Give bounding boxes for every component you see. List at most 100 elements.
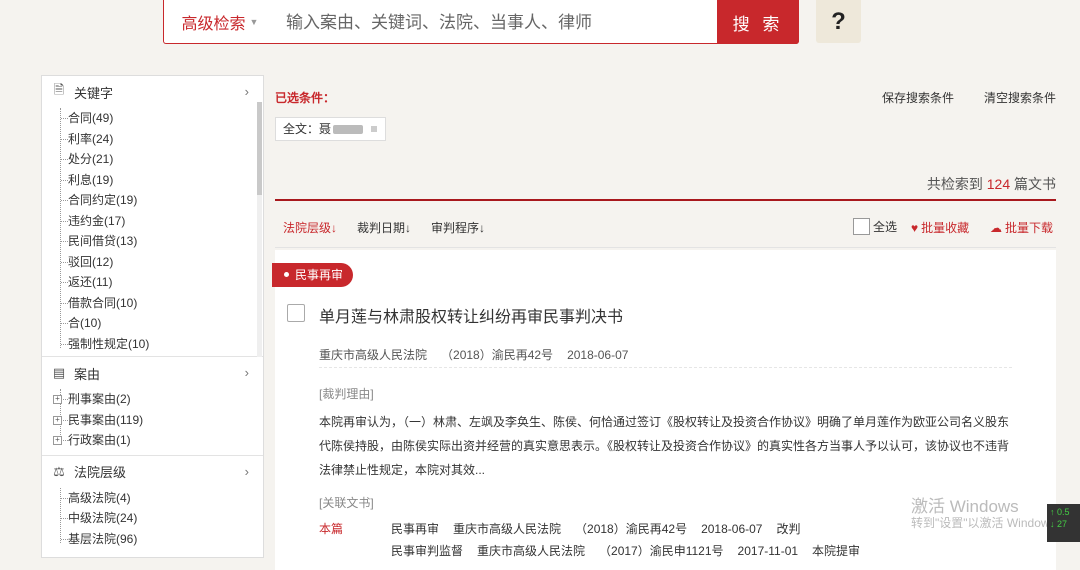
section-court-level[interactable]: ⚖ 法院层级 › [42, 456, 263, 488]
section-cause[interactable]: ▤ 案由 › [42, 357, 263, 389]
heart-plus-icon: ♥ [911, 220, 919, 235]
sort-procedure[interactable]: 审判程序↓ [431, 219, 485, 236]
case-type-badge: 民事再审 [272, 263, 354, 287]
search-button[interactable]: 搜 索 [717, 0, 799, 44]
filter-item-label: 借款合同(10) [68, 295, 138, 310]
filter-item[interactable]: 民间借贷(13) [57, 231, 263, 252]
filter-item[interactable]: + 民事案由(119) [53, 410, 263, 431]
result-title[interactable]: 单月莲与林肃股权转让纠纷再审民事判决书 [319, 303, 623, 327]
filter-item[interactable]: 基层法院(96) [57, 529, 263, 550]
sort-bar: 法院层级↓ 裁判日期↓ 审判程序↓ 全选 ♥ 批量收藏 ☁ 批量下载 [275, 218, 1056, 239]
related-doc-row[interactable]: 本篇 民事再审 重庆市高级人民法院 （2018）渝民再42号 2018-06-07 改判 [319, 520, 800, 537]
count-suffix: 篇文书 [1010, 176, 1056, 192]
section-court-level-title: 法院层级 [74, 465, 127, 480]
filter-item-label: 违约金(17) [68, 213, 126, 228]
filter-item-label: 行政案由(1) [68, 433, 131, 447]
filter-item[interactable]: 合同(49) [57, 108, 263, 129]
redacted-text [333, 124, 364, 134]
advanced-search-dropdown[interactable]: 高级检索 ▼ [164, 0, 276, 44]
related-docs-label: [关联文书] [319, 496, 374, 510]
result-case-no: （2018）渝民再42号 [441, 348, 554, 362]
help-button[interactable]: ? [816, 0, 861, 43]
badge-label: 民事再审 [295, 268, 344, 282]
expand-icon[interactable]: + [53, 436, 62, 445]
expand-icon[interactable]: + [53, 415, 62, 425]
condition-chip[interactable]: 全文：聂 [275, 117, 387, 141]
related-type: 民事再审 [391, 522, 440, 536]
related-case-no: （2017）渝民申1121号 [599, 544, 724, 558]
section-keywords[interactable]: 🗎 关键字 › [42, 76, 263, 108]
divider [319, 367, 1012, 368]
filter-item[interactable]: 合同约定(19) [57, 190, 263, 211]
related-court: 重庆市高级人民法院 [453, 522, 562, 536]
result-meta: 重庆市高级人民法院 （2018）渝民再42号 2018-06-07 [319, 346, 642, 363]
cloud-download-icon: ☁ [990, 220, 1002, 235]
related-case-no: （2018）渝民再42号 [575, 522, 688, 536]
batch-favorite-label: 批量收藏 [921, 221, 970, 235]
related-result: 改判 [776, 522, 801, 536]
filter-item[interactable]: 利率(24) [57, 129, 263, 150]
result-checkbox[interactable] [287, 304, 305, 322]
filter-item-label: 处分(21) [68, 152, 114, 166]
clear-search-link[interactable]: 清空搜索条件 [984, 89, 1056, 106]
condition-chip-label: 全文：聂 [283, 122, 332, 136]
divider [275, 247, 1056, 248]
reason-label: [裁判理由] [319, 387, 374, 401]
count-prefix: 共检索到 [926, 176, 987, 192]
result-court: 重庆市高级人民法院 [319, 348, 428, 362]
filter-item[interactable]: + 行政案由(1) [53, 430, 263, 451]
related-doc-row[interactable]: 民事审判监督 重庆市高级人民法院 （2017）渝民申1121号 2017-11-01 本… [319, 542, 860, 559]
windows-activation-hint: 转到"设置"以激活 Windows。 [911, 516, 1068, 530]
advanced-search-label: 高级检索 [181, 16, 246, 33]
section-cause-title: 案由 [74, 366, 101, 382]
filter-item-label: 利率(24) [68, 131, 114, 146]
reason-text: 本院再审认为，（一）林肃、左飒及李奂生、陈侯、何恰通过签订《股权转让及投资合作协… [319, 415, 1010, 477]
batch-download-label: 批量下载 [1005, 221, 1054, 235]
sort-label: 法院层级 [283, 221, 332, 235]
related-court: 重庆市高级人民法院 [477, 544, 586, 558]
filter-item[interactable]: 利息(19) [57, 170, 263, 191]
sidebar-scrollbar-thumb[interactable] [257, 102, 262, 195]
sort-judgment-date[interactable]: 裁判日期↓ [357, 219, 411, 236]
filter-item[interactable]: 违约金(17) [57, 211, 263, 232]
search-input[interactable] [284, 8, 708, 38]
batch-download-button[interactable]: ☁ 批量下载 [990, 219, 1053, 236]
related-tag: 本篇 [319, 522, 344, 536]
chevron-right-icon: › [244, 365, 249, 380]
filter-item[interactable]: 返还(11) [57, 272, 263, 293]
filter-item-label: 合(10) [68, 316, 102, 330]
related-date: 2017-11-01 [737, 544, 799, 558]
chevron-down-icon: ▼ [249, 17, 259, 27]
sort-court-level[interactable]: 法院层级↓ [283, 219, 337, 236]
cause-list: + 刑事案由(2) + 民事案由(119) + 行政案由(1) [53, 389, 263, 451]
dot-icon [284, 272, 289, 278]
search-box: 高级检索 ▼ 搜 索 [163, 0, 799, 44]
batch-favorite-button[interactable]: ♥ 批量收藏 [911, 219, 969, 236]
scales-icon: ⚖ [53, 463, 65, 479]
filter-item[interactable]: + 刑事案由(2) [53, 389, 263, 410]
filter-item[interactable]: 高级法院(4) [57, 488, 263, 509]
related-type: 民事审判监督 [391, 544, 464, 558]
filter-item[interactable]: 合(10) [57, 313, 263, 334]
result-date: 2018-06-07 [567, 348, 629, 362]
remove-condition-icon[interactable] [371, 126, 378, 132]
filter-item[interactable]: 驳回(12) [57, 252, 263, 273]
sort-label: 裁判日期 [357, 221, 406, 235]
results-panel: 已选条件： 保存搜索条件 清空搜索条件 全文：聂 共检索到 124 篇文书 法院… [265, 75, 1080, 570]
expand-icon[interactable]: + [53, 395, 62, 404]
count-value: 124 [986, 176, 1011, 192]
save-search-link[interactable]: 保存搜索条件 [882, 89, 954, 106]
filter-item[interactable]: 中级法院(24) [57, 508, 263, 529]
document-icon: 🗎 [53, 82, 65, 97]
court-level-list: 高级法院(4) 中级法院(24) 基层法院(96) [57, 487, 263, 550]
checkbox-box [853, 218, 870, 235]
filter-item[interactable]: 强制性规定(10) [57, 334, 263, 355]
filter-item[interactable]: 借款合同(10) [57, 293, 263, 314]
select-all-checkbox[interactable]: 全选 [853, 218, 897, 235]
filter-item-label: 驳回(12) [68, 254, 114, 269]
filter-item-label: 利息(19) [68, 172, 114, 187]
filter-item-label: 刑事案由(2) [68, 392, 131, 406]
sort-arrow-icon: ↓ [479, 221, 486, 235]
sort-arrow-icon: ↓ [331, 221, 338, 235]
filter-item[interactable]: 处分(21) [57, 149, 263, 170]
